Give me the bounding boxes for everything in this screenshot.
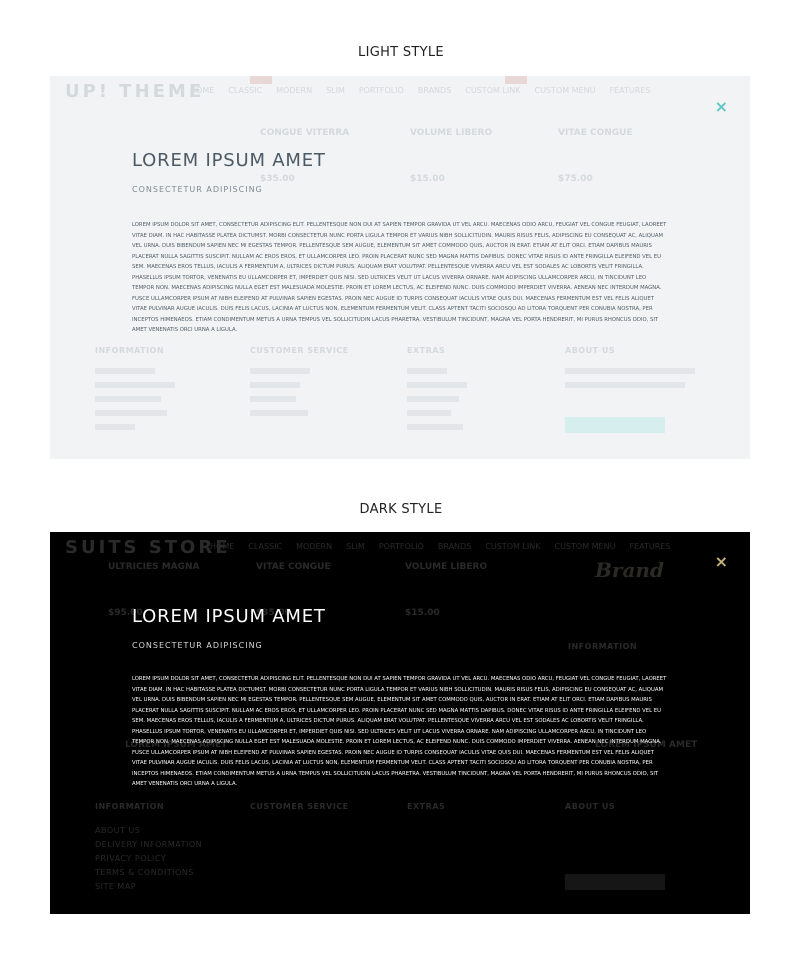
- product-title: CONGUE VITERRA: [260, 128, 350, 138]
- product-price: $35.00: [260, 174, 295, 184]
- product-price: $15.00: [405, 608, 440, 618]
- nav-item: PORTFOLIO: [378, 542, 424, 551]
- footer-link: PRIVACY POLICY: [95, 854, 167, 863]
- product-price: $15.00: [410, 174, 445, 184]
- nav-item: CUSTOM LINK: [465, 86, 521, 95]
- product-title: VOLUME LIBERO: [410, 128, 493, 138]
- dark-logo: SUITS STORE: [65, 537, 231, 558]
- footer-link: ABOUT US: [95, 826, 141, 835]
- light-nav: HOME CLASSIC MODERN SLIM PORTFOLIO BRAND…: [190, 86, 650, 95]
- product-title: VITAE CONGUE: [558, 128, 633, 138]
- footer-button: [565, 874, 665, 890]
- nav-item: CLASSIC: [228, 86, 263, 95]
- nav-badge: [505, 76, 527, 84]
- modal-paragraph: Lorem ipsum dolor sit amet, consectetur …: [132, 676, 667, 724]
- modal-paragraph: Phasellus ipsum tortor, venenatis eu ull…: [132, 274, 662, 334]
- nav-item: BRANDS: [437, 542, 472, 551]
- dark-style-label: DARK STYLE: [359, 502, 443, 517]
- modal-body: Lorem ipsum dolor sit amet, consectetur …: [132, 674, 670, 790]
- modal-paragraph: Lorem ipsum dolor sit amet, consectetur …: [132, 222, 667, 270]
- nav-item: HOME: [210, 542, 235, 551]
- modal-subtitle: CONSECTETUR ADIPISCING: [132, 185, 263, 194]
- nav-badge: [250, 76, 272, 84]
- nav-item: MODERN: [296, 542, 333, 551]
- footer-col-title: EXTRAS: [407, 802, 446, 811]
- nav-item: HOME: [190, 86, 215, 95]
- footer-button: [565, 417, 665, 433]
- modal-body: Lorem ipsum dolor sit amet, consectetur …: [132, 220, 670, 336]
- modal-paragraph: Phasellus ipsum tortor, venenatis eu ull…: [132, 728, 662, 788]
- nav-item: BRANDS: [417, 86, 452, 95]
- nav-item: CUSTOM LINK: [485, 542, 541, 551]
- product-title: ULTRICIES MAGNA: [108, 562, 200, 572]
- footer-col-title: INFORMATION: [95, 802, 165, 811]
- modal-subtitle: CONSECTETUR ADIPISCING: [132, 641, 263, 650]
- product-title: VOLUME LIBERO: [405, 562, 488, 572]
- nav-item: FEATURES: [629, 542, 671, 551]
- footer-link: TERMS & CONDITIONS: [95, 868, 194, 877]
- close-icon[interactable]: ×: [715, 99, 728, 115]
- nav-item: MODERN: [276, 86, 313, 95]
- footer-col-title: INFORMATION: [95, 346, 165, 355]
- light-logo: UP! THEME: [65, 81, 205, 102]
- nav-item: CUSTOM MENU: [534, 86, 596, 95]
- footer-link: SITE MAP: [95, 882, 137, 891]
- modal-title: LOREM IPSUM AMET: [132, 150, 326, 171]
- nav-item: PORTFOLIO: [358, 86, 404, 95]
- product-title: VITAE CONGUE: [256, 562, 331, 572]
- nav-item: SLIM: [326, 86, 345, 95]
- footer-col-title: ABOUT US: [565, 346, 616, 355]
- light-style-label: LIGHT STYLE: [358, 45, 444, 60]
- nav-item: SLIM: [346, 542, 365, 551]
- dark-style-preview: SUITS STORE HOME CLASSIC MODERN SLIM POR…: [50, 532, 750, 914]
- info-title: INFORMATION: [568, 642, 638, 651]
- footer-link: DELIVERY INFORMATION: [95, 840, 203, 849]
- footer-col-title: ABOUT US: [565, 802, 616, 811]
- footer-col-title: CUSTOMER SERVICE: [250, 346, 349, 355]
- brand-logo: Brand: [595, 558, 664, 582]
- nav-item: CLASSIC: [248, 542, 283, 551]
- dark-nav: HOME CLASSIC MODERN SLIM PORTFOLIO BRAND…: [210, 542, 670, 551]
- footer-col-title: EXTRAS: [407, 346, 446, 355]
- close-icon[interactable]: ×: [715, 554, 728, 570]
- light-style-preview: UP! THEME HOME CLASSIC MODERN SLIM PORTF…: [50, 76, 750, 459]
- footer-col-title: CUSTOMER SERVICE: [250, 802, 349, 811]
- modal-title: LOREM IPSUM AMET: [132, 606, 326, 627]
- product-price: $75.00: [558, 174, 593, 184]
- nav-item: CUSTOM MENU: [554, 542, 616, 551]
- nav-item: FEATURES: [609, 86, 651, 95]
